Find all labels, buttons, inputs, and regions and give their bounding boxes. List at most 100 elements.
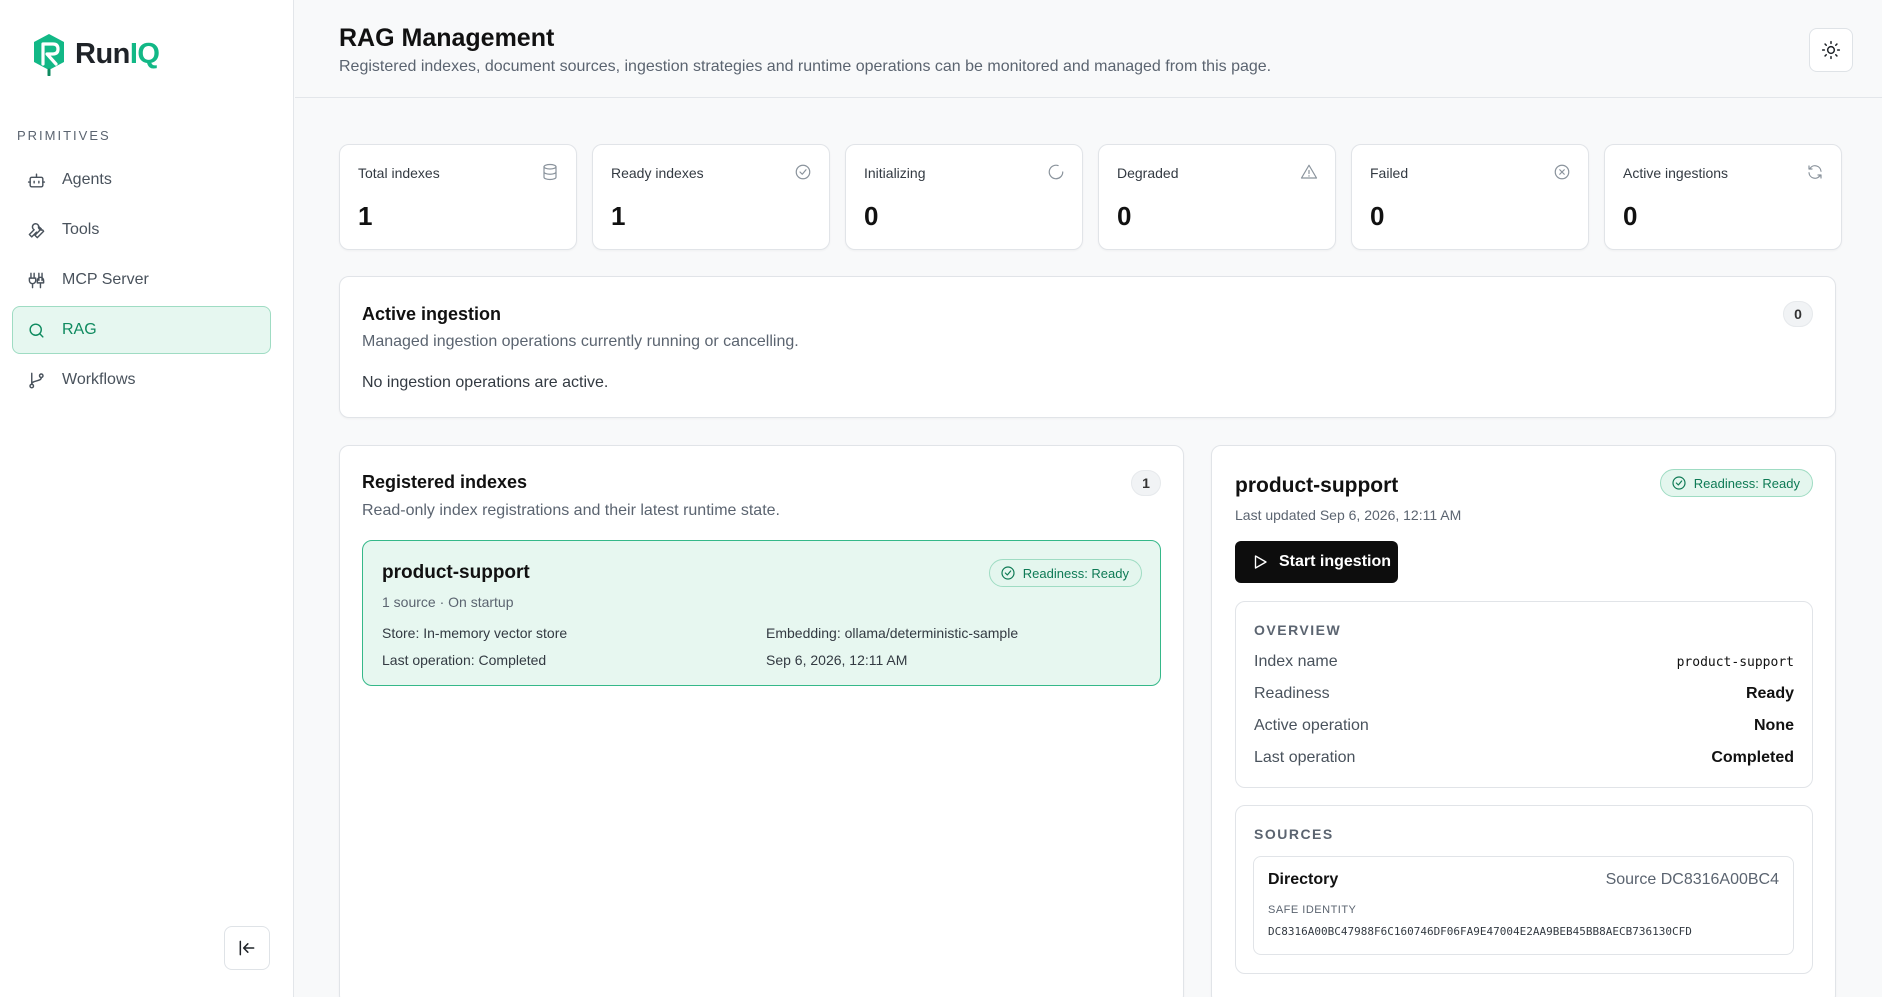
stat-value: 0	[1117, 201, 1132, 231]
stat-card-ready-indexes: Ready indexes 1	[592, 144, 830, 250]
stat-label: Total indexes	[358, 165, 440, 181]
safe-identity-value: DC8316A00BC47988F6C160746DF06FA9E47004E2…	[1268, 925, 1692, 938]
sun-icon	[1821, 40, 1841, 60]
index-list-item[interactable]: product-support Readiness: Ready 1 sourc…	[362, 540, 1161, 686]
index-detail-card: product-support Readiness: Ready Last up…	[1211, 445, 1836, 997]
sidebar-item-tools[interactable]: Tools	[12, 206, 271, 254]
source-item: Directory Source DC8316A00BC4 SAFE IDENT…	[1253, 856, 1794, 955]
safe-identity-label: SAFE IDENTITY	[1268, 904, 1357, 916]
bot-icon	[27, 172, 46, 188]
overview-label: OVERVIEW	[1254, 622, 1342, 638]
runiq-logo-icon	[34, 34, 64, 76]
readiness-label: Readiness: Ready	[1022, 565, 1129, 581]
page-title: RAG Management	[339, 24, 555, 52]
x-circle-icon	[1554, 164, 1570, 180]
sources-panel: SOURCES Directory Source DC8316A00BC4 SA…	[1235, 805, 1813, 974]
readiness-label: Readiness: Ready	[1693, 475, 1800, 491]
stat-value: 1	[358, 201, 373, 231]
start-ingestion-button[interactable]: Start ingestion	[1235, 541, 1398, 583]
stats-row: Total indexes 1 Ready indexes 1 Initiali…	[339, 144, 1842, 250]
index-last-operation: Last operation: Completed	[382, 652, 547, 668]
brand-logo[interactable]: RunIQ	[31, 32, 160, 76]
registered-indexes-count-badge: 1	[1131, 470, 1161, 496]
brand-name: RunIQ	[75, 37, 160, 70]
sidebar: RunIQ PRIMITIVES Agents Tools MCP Server…	[0, 0, 294, 997]
refresh-icon	[1808, 165, 1822, 179]
sidebar-item-mcp-server[interactable]: MCP Server	[12, 256, 271, 304]
overview-key: Last operation	[1254, 749, 1356, 766]
stat-card-initializing: Initializing 0	[845, 144, 1083, 250]
overview-value: product-support	[1676, 655, 1794, 670]
index-last-operation-time: Sep 6, 2026, 12:11 AM	[766, 652, 908, 668]
sidebar-item-label: Workflows	[62, 371, 136, 388]
index-store: Store: In-memory vector store	[382, 625, 568, 641]
registered-indexes-title: Registered indexes	[362, 472, 528, 492]
stat-label: Active ingestions	[1623, 165, 1729, 181]
source-id: Source DC8316A00BC4	[1605, 871, 1779, 888]
active-ingestion-title: Active ingestion	[362, 304, 502, 324]
loader-icon	[1048, 164, 1064, 180]
overview-row-last-operation: Last operation Completed	[1254, 749, 1794, 771]
sidebar-item-label: MCP Server	[62, 271, 149, 288]
stat-label: Degraded	[1117, 165, 1179, 181]
collapse-sidebar-button[interactable]	[224, 926, 270, 970]
sidebar-item-rag[interactable]: RAG	[12, 306, 271, 354]
detail-readiness-badge: Readiness: Ready	[1659, 469, 1813, 497]
overview-row-readiness: Readiness Ready	[1254, 685, 1794, 707]
overview-value: Ready	[1745, 685, 1794, 702]
stat-label: Ready indexes	[611, 165, 704, 181]
play-icon	[1254, 555, 1267, 569]
collapse-left-icon	[239, 940, 255, 956]
index-name: product-support	[382, 562, 530, 583]
sidebar-item-label: Tools	[62, 221, 100, 238]
active-ingestion-card: Active ingestion Managed ingestion opera…	[339, 276, 1836, 418]
check-circle-icon	[1001, 566, 1015, 580]
overview-value: None	[1754, 717, 1794, 734]
stat-card-degraded: Degraded 0	[1098, 144, 1336, 250]
warning-icon	[1300, 164, 1318, 179]
active-ingestion-description: Managed ingestion operations currently r…	[362, 333, 799, 350]
git-branch-icon	[29, 372, 44, 388]
index-embedding: Embedding: ollama/deterministic-sample	[766, 625, 1019, 641]
active-ingestion-count-badge: 0	[1783, 301, 1813, 327]
stat-value: 0	[864, 201, 879, 231]
detail-index-name: product-support	[1235, 474, 1399, 497]
stat-value: 0	[1623, 201, 1638, 231]
registered-indexes-description: Read-only index registrations and their …	[362, 502, 780, 519]
sidebar-nav: Agents Tools MCP Server RAG Workflows	[12, 156, 271, 406]
overview-key: Active operation	[1254, 717, 1369, 734]
overview-row-index-name: Index name product-support	[1254, 653, 1794, 675]
registered-indexes-card: Registered indexes Read-only index regis…	[339, 445, 1184, 997]
detail-last-updated: Last updated Sep 6, 2026, 12:11 AM	[1235, 507, 1462, 523]
index-meta: 1 source · On startup	[382, 594, 514, 610]
active-ingestion-empty-text: No ingestion operations are active.	[362, 374, 609, 391]
overview-key: Index name	[1254, 653, 1338, 670]
stat-card-active-ingestions: Active ingestions 0	[1604, 144, 1842, 250]
page-subtitle: Registered indexes, document sources, in…	[339, 58, 1272, 75]
overview-key: Readiness	[1254, 685, 1330, 702]
stat-label: Initializing	[864, 165, 926, 181]
stat-card-failed: Failed 0	[1351, 144, 1589, 250]
sidebar-item-label: Agents	[62, 171, 112, 188]
overview-row-active-operation: Active operation None	[1254, 717, 1794, 739]
search-icon	[29, 322, 44, 338]
sidebar-section-label: PRIMITIVES	[17, 128, 111, 143]
check-circle-icon	[1672, 476, 1686, 490]
wrench-icon	[28, 222, 45, 238]
stat-value: 1	[611, 201, 626, 231]
source-type: Directory	[1268, 871, 1339, 888]
stat-label: Failed	[1370, 165, 1409, 181]
start-ingestion-label: Start ingestion	[1279, 553, 1392, 570]
stat-value: 0	[1370, 201, 1385, 231]
overview-value: Completed	[1711, 749, 1794, 766]
database-icon	[543, 163, 557, 181]
sidebar-item-label: RAG	[62, 321, 97, 338]
stat-card-total-indexes: Total indexes 1	[339, 144, 577, 250]
sidebar-item-workflows[interactable]: Workflows	[12, 356, 271, 404]
plug-icon	[28, 272, 45, 288]
overview-panel: OVERVIEW Index name product-support Read…	[1235, 601, 1813, 788]
sources-label: SOURCES	[1254, 826, 1334, 842]
theme-toggle-button[interactable]	[1809, 28, 1853, 72]
check-circle-icon	[795, 164, 811, 180]
sidebar-item-agents[interactable]: Agents	[12, 156, 271, 204]
